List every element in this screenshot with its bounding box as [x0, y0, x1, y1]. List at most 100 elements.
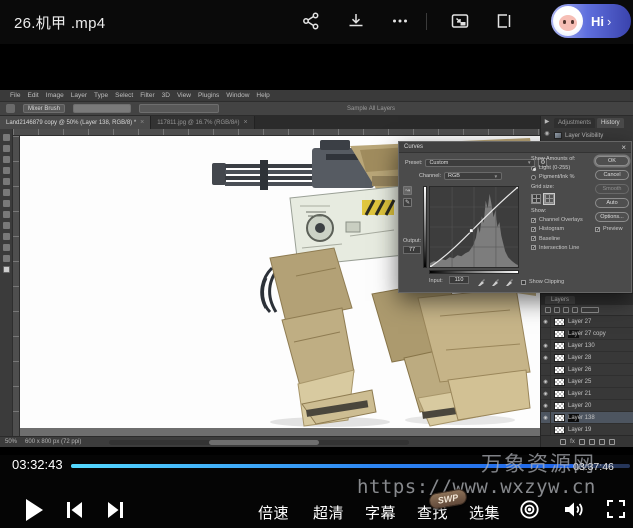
account-button[interactable]: Hi ›	[551, 4, 631, 38]
play-button[interactable]	[22, 497, 46, 523]
volume-icon[interactable]	[562, 499, 584, 520]
zoom-level[interactable]: 50%	[5, 439, 17, 445]
ps-menu-item[interactable]: 3D	[162, 92, 170, 99]
layer-row[interactable]: ◉ Layer 130	[541, 340, 633, 352]
layers-panel-actions[interactable]: fx	[541, 435, 633, 447]
tab-close-icon[interactable]: ×	[140, 119, 144, 126]
layer-visibility-icon[interactable]: ◉	[541, 376, 551, 388]
ps-menu-item[interactable]: View	[177, 92, 191, 99]
output-value[interactable]: 77	[403, 246, 421, 254]
history-item[interactable]: Layer Visibility	[554, 130, 632, 141]
ps-menu-item[interactable]: File	[10, 92, 20, 99]
curves-graph[interactable]	[429, 186, 519, 268]
ps-menu-item[interactable]: Window	[226, 92, 249, 99]
layer-row[interactable]: ◉ Layer 28	[541, 352, 633, 364]
episodes-button[interactable]: 选集	[469, 502, 500, 523]
layer-visibility-icon[interactable]: ◉	[541, 352, 551, 364]
cancel-button[interactable]: Cancel	[595, 170, 629, 180]
options-button[interactable]: Options...	[595, 212, 629, 222]
ps-menu-item[interactable]: Image	[46, 92, 64, 99]
document-info: 600 x 800 px (72 ppi)	[25, 439, 81, 445]
ps-status-bar: 50% 600 x 800 px (72 ppi)	[0, 436, 540, 447]
input-value[interactable]: 110	[449, 276, 469, 284]
ps-toolbar[interactable]	[0, 129, 13, 436]
layer-visibility-icon[interactable]	[541, 328, 551, 340]
progress-bar[interactable]	[71, 464, 630, 468]
mini-window-icon[interactable]	[494, 11, 514, 31]
previous-button[interactable]	[64, 500, 84, 520]
layer-visibility-icon[interactable]: ◉	[541, 388, 551, 400]
layer-visibility-icon[interactable]: ◉	[541, 400, 551, 412]
layer-row[interactable]: ◉ Layer 138	[541, 412, 633, 424]
tab-layers[interactable]: Layers	[545, 296, 575, 304]
smooth-button[interactable]: Smooth	[595, 184, 629, 194]
fullscreen-icon[interactable]	[606, 499, 626, 519]
channel-dropdown[interactable]: RGB▼	[444, 172, 502, 180]
tab-close-icon[interactable]: ×	[244, 119, 248, 126]
show-option-checkbox[interactable]: ✓Intersection Line	[531, 245, 593, 251]
layers-filter-row[interactable]	[541, 305, 633, 316]
horizontal-scrollbar[interactable]	[109, 440, 409, 445]
curve-point-tool-icon[interactable]: ↝	[403, 186, 412, 195]
preview-checkbox[interactable]: ✓Preview	[595, 226, 629, 232]
grid-detailed-button[interactable]	[544, 194, 554, 204]
ps-doc-tab-active[interactable]: Land2146879 copy @ 50% (Layer 138, RGB/8…	[0, 116, 151, 129]
gray-point-eyedropper-icon[interactable]	[491, 278, 499, 287]
layer-row[interactable]: ◉ Layer 21	[541, 388, 633, 400]
tab-adjustments[interactable]: Adjustments	[554, 118, 595, 128]
layer-row[interactable]: Layer 26	[541, 364, 633, 376]
pip-icon[interactable]	[450, 11, 470, 31]
radio-light[interactable]: Light (0-255)	[531, 165, 593, 171]
layer-visibility-icon[interactable]: ◉	[541, 316, 551, 328]
download-icon[interactable]	[346, 11, 366, 31]
layer-visibility-icon[interactable]: ◉	[541, 340, 551, 352]
white-point-eyedropper-icon[interactable]	[505, 278, 513, 287]
layer-visibility-icon[interactable]: ◉	[541, 412, 551, 424]
record-target-icon[interactable]	[519, 499, 540, 520]
tool-preset-dropdown[interactable]: Mixer Brush	[23, 104, 65, 113]
share-icon[interactable]	[301, 11, 321, 31]
dialog-close-icon[interactable]: ×	[621, 143, 626, 152]
player-header: 26.机甲 .mp4	[0, 0, 633, 44]
layer-visibility-icon[interactable]	[541, 424, 551, 436]
grid-simple-button[interactable]	[531, 194, 541, 204]
show-option-checkbox[interactable]: ✓Histogram	[531, 226, 593, 232]
preset-dropdown[interactable]: Custom▼	[425, 159, 535, 167]
speed-button[interactable]: 倍速	[258, 502, 289, 523]
auto-button[interactable]: Auto	[595, 198, 629, 208]
brush-settings-box[interactable]	[139, 104, 219, 113]
find-button[interactable]: 查找	[417, 502, 448, 523]
ps-menu-item[interactable]: Type	[94, 92, 108, 99]
layer-name: Layer 20	[568, 403, 591, 409]
subtitles-button[interactable]: 字幕	[365, 502, 396, 523]
history-state-icon	[554, 132, 562, 139]
video-frame[interactable]: File Edit Image Layer Type Select Filter 3D View…	[0, 44, 633, 455]
layer-thumbnail	[554, 426, 565, 434]
ps-doc-tab[interactable]: 117811.jpg @ 16.7% (RGB/8#)×	[151, 116, 254, 129]
ps-menu-item[interactable]: Select	[115, 92, 133, 99]
layer-row[interactable]: ◉ Layer 20	[541, 400, 633, 412]
ps-menu-item[interactable]: Layer	[71, 92, 87, 99]
more-icon[interactable]	[390, 11, 410, 31]
ps-menu-item[interactable]: Help	[256, 92, 269, 99]
ps-menu-item[interactable]: Edit	[27, 92, 38, 99]
layer-visibility-icon[interactable]	[541, 364, 551, 376]
layer-row[interactable]: ◉ Layer 27	[541, 316, 633, 328]
ok-button[interactable]: OK	[595, 156, 629, 166]
scrollbar-thumb[interactable]	[209, 440, 319, 445]
ps-menu-item[interactable]: Filter	[140, 92, 154, 99]
quality-button[interactable]: 超清	[313, 502, 344, 523]
tab-history[interactable]: History	[597, 118, 624, 128]
radio-pigment[interactable]: Pigment/Ink %	[531, 174, 593, 180]
black-point-eyedropper-icon[interactable]	[477, 278, 485, 287]
brush-tool-icon[interactable]	[6, 104, 15, 113]
next-button[interactable]	[106, 500, 126, 520]
ps-menu-item[interactable]: Plugins	[198, 92, 219, 99]
show-clipping-checkbox[interactable]: Show Clipping	[521, 279, 564, 285]
curve-pencil-tool-icon[interactable]: ✎	[403, 198, 412, 207]
mode-dropdown[interactable]	[73, 104, 131, 113]
show-option-checkbox[interactable]: ✓Baseline	[531, 236, 593, 242]
layer-row[interactable]: Layer 27 copy	[541, 328, 633, 340]
layer-row[interactable]: ◉ Layer 25	[541, 376, 633, 388]
show-option-checkbox[interactable]: ✓Channel Overlays	[531, 217, 593, 223]
